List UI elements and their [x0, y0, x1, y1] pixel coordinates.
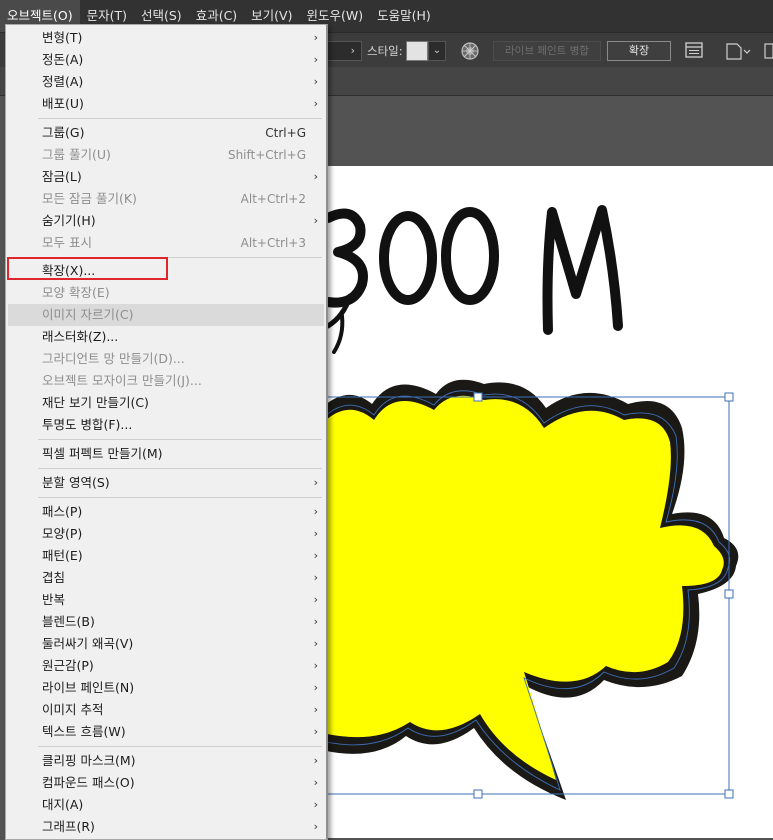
- menu-item-repeat[interactable]: 반복 ›: [8, 589, 324, 611]
- style-swatch[interactable]: [406, 41, 428, 61]
- recolor-artwork-icon[interactable]: [460, 41, 480, 61]
- menu-item-distribute[interactable]: 배포(U) ›: [8, 93, 324, 115]
- menu-item-live-paint[interactable]: 라이브 페인트(N) ›: [8, 677, 324, 699]
- menu-item-expand-appearance[interactable]: 모양 확장(E): [8, 282, 324, 304]
- menu-item-transform[interactable]: 변형(T) ›: [8, 27, 324, 49]
- submenu-arrow-icon: ›: [313, 615, 318, 628]
- menu-item-text-wrap[interactable]: 텍스트 흐름(W) ›: [8, 721, 324, 743]
- expand-button[interactable]: 확장: [607, 41, 671, 61]
- chevron-down-icon[interactable]: ⌄: [428, 41, 446, 61]
- menu-item-lock[interactable]: 잠금(L) ›: [8, 166, 324, 188]
- submenu-arrow-icon: ›: [313, 725, 318, 738]
- menu-item-intertwine[interactable]: 겹침 ›: [8, 567, 324, 589]
- handle-bottom-right[interactable]: [724, 789, 734, 799]
- menu-item-ungroup[interactable]: 그룹 풀기(U) Shift+Ctrl+G: [8, 144, 324, 166]
- stroke-profile-dropdown[interactable]: ›: [326, 41, 362, 61]
- submenu-arrow-icon: ›: [313, 681, 318, 694]
- submenu-arrow-icon: ›: [313, 53, 318, 66]
- speech-bubble: [324, 379, 739, 800]
- menu-item-image-trace[interactable]: 이미지 추적 ›: [8, 699, 324, 721]
- submenu-arrow-icon: ›: [313, 776, 318, 789]
- menu-item-rasterize[interactable]: 래스터화(Z)...: [8, 326, 324, 348]
- menu-item-envelope-distort[interactable]: 둘러싸기 왜곡(V) ›: [8, 633, 324, 655]
- menu-item-graph[interactable]: 그래프(R) ›: [8, 816, 324, 838]
- submenu-arrow-icon: ›: [313, 798, 318, 811]
- menu-item-create-gradient-mesh[interactable]: 그라디언트 망 만들기(D)...: [8, 348, 324, 370]
- submenu-arrow-icon: ›: [313, 659, 318, 672]
- submenu-arrow-icon: ›: [313, 571, 318, 584]
- menu-separator: [38, 497, 322, 498]
- menu-item-slice[interactable]: 분할 영역(S) ›: [8, 472, 324, 494]
- artboard: [324, 166, 773, 838]
- menu-item-arrange[interactable]: 정돈(A) ›: [8, 49, 324, 71]
- submenu-arrow-icon: ›: [313, 593, 318, 606]
- menu-item-group[interactable]: 그룹(G) Ctrl+G: [8, 122, 324, 144]
- menu-item-perspective[interactable]: 원근감(P) ›: [8, 655, 324, 677]
- live-paint-merge-button[interactable]: 라이브 페인트 병합: [493, 41, 601, 61]
- submenu-arrow-icon: ›: [313, 75, 318, 88]
- menu-item-blend[interactable]: 블렌드(B) ›: [8, 611, 324, 633]
- menu-separator: [38, 439, 322, 440]
- style-label: 스타일:: [367, 44, 403, 58]
- properties-panel-icon[interactable]: [684, 41, 704, 59]
- menu-item-hide[interactable]: 숨기기(H) ›: [8, 210, 324, 232]
- menu-item-align[interactable]: 정렬(A) ›: [8, 71, 324, 93]
- menu-item-make-pixel-perfect[interactable]: 픽셀 퍼펙트 만들기(M): [8, 443, 324, 465]
- submenu-arrow-icon: ›: [313, 31, 318, 44]
- menu-separator: [38, 746, 322, 747]
- menu-item-flatten-transparency[interactable]: 투명도 병합(F)...: [8, 414, 324, 436]
- submenu-arrow-icon: ›: [313, 527, 318, 540]
- submenu-arrow-icon: ›: [313, 505, 318, 518]
- submenu-arrow-icon: ›: [313, 703, 318, 716]
- menu-item-pattern[interactable]: 패턴(E) ›: [8, 545, 324, 567]
- submenu-arrow-icon: ›: [313, 549, 318, 562]
- menu-item-artboards[interactable]: 대지(A) ›: [8, 794, 324, 816]
- handle-top[interactable]: [473, 392, 483, 402]
- submenu-arrow-icon: ›: [313, 214, 318, 227]
- submenu-arrow-icon: ›: [313, 637, 318, 650]
- document-setup-icon[interactable]: [724, 40, 752, 62]
- handle-top-right[interactable]: [724, 392, 734, 402]
- submenu-arrow-icon: ›: [313, 476, 318, 489]
- annotation-highlight-box: [7, 257, 168, 280]
- object-menu: 변형(T) › 정돈(A) › 정렬(A) › 배포(U) › 그룹(G) Ctrl+G …: [5, 24, 328, 840]
- menu-item-show-all[interactable]: 모두 표시 Alt+Ctrl+3: [8, 232, 324, 254]
- menu-item-unlock-all[interactable]: 모든 잠금 풀기(K) Alt+Ctrl+2: [8, 188, 324, 210]
- menu-item-crop-image[interactable]: 이미지 자르기(C): [8, 304, 324, 326]
- handle-right[interactable]: [724, 589, 734, 599]
- menu-separator: [38, 118, 322, 119]
- submenu-arrow-icon: ›: [313, 170, 318, 183]
- menu-item-shape[interactable]: 모양(P) ›: [8, 523, 324, 545]
- menu-item-path[interactable]: 패스(P) ›: [8, 501, 324, 523]
- handle-bottom[interactable]: [473, 789, 483, 799]
- submenu-arrow-icon: ›: [313, 820, 318, 833]
- menu-item-create-object-mosaic[interactable]: 오브젝트 모자이크 만들기(J)...: [8, 370, 324, 392]
- more-icon[interactable]: [762, 40, 773, 62]
- boom-lettering: [324, 205, 623, 354]
- submenu-arrow-icon: ›: [313, 97, 318, 110]
- menu-item-create-trim-marks[interactable]: 재단 보기 만들기(C): [8, 392, 324, 414]
- submenu-arrow-icon: ›: [313, 754, 318, 767]
- menu-help[interactable]: 도움말(H): [370, 0, 438, 32]
- menu-item-compound-path[interactable]: 컴파운드 패스(O) ›: [8, 772, 324, 794]
- menu-separator: [38, 468, 322, 469]
- menu-item-clipping-mask[interactable]: 클리핑 마스크(M) ›: [8, 750, 324, 772]
